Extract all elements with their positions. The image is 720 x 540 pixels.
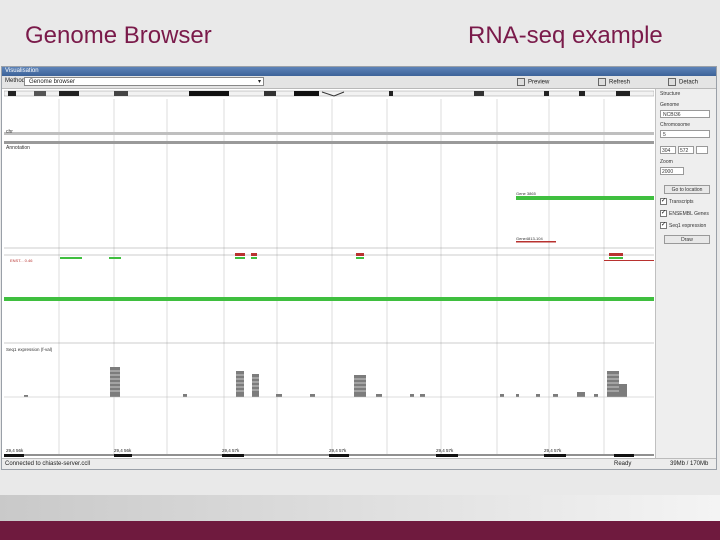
checkbox-icon bbox=[660, 197, 667, 205]
slide-title-right: RNA-seq example bbox=[468, 22, 663, 49]
gene-feature-long[interactable] bbox=[4, 297, 654, 301]
coordinate-axis: 29,4 56k 29,4 56k 29,4 57k 29,4 57k 29,4… bbox=[4, 448, 654, 457]
refresh-label: Refresh bbox=[609, 79, 631, 86]
go-to-location-button[interactable]: Go to location bbox=[664, 185, 710, 194]
memory-status: 39Mb / 170Mb bbox=[670, 461, 709, 467]
settings-panel: Structure Genome NCBI36 Chromosome 5 304… bbox=[655, 89, 716, 459]
axis-tick-label: 29,4 57k bbox=[329, 448, 347, 453]
expression-cb-label: Seq1 expression bbox=[669, 222, 707, 229]
gene2-feature[interactable] bbox=[516, 241, 556, 243]
checkbox-icon bbox=[660, 209, 667, 217]
chromosome-ideogram bbox=[3, 90, 655, 97]
transcript-label: ENST... 0.46 bbox=[10, 258, 33, 263]
track-separator bbox=[4, 132, 654, 135]
ready-status: Ready bbox=[614, 461, 632, 467]
grid-lines bbox=[58, 99, 605, 454]
gene1-label: Gene 3865 bbox=[516, 191, 537, 196]
gene1-feature[interactable] bbox=[516, 196, 654, 200]
chromosome-select[interactable]: 5 bbox=[660, 130, 710, 138]
axis-tick-label: 29,4 57k bbox=[544, 448, 562, 453]
method-value: Genome browser bbox=[29, 79, 76, 85]
checkbox-icon bbox=[660, 221, 667, 229]
expression-checkbox[interactable]: Seq1 expression bbox=[660, 221, 707, 229]
preview-button[interactable]: Preview bbox=[517, 78, 549, 86]
expression-track-label: Seq1 expression (f-val) bbox=[6, 347, 53, 352]
axis-tick-label: 29,4 57k bbox=[222, 448, 240, 453]
slide-footer-bar bbox=[0, 521, 720, 540]
transcripts-checkbox[interactable]: Transcripts bbox=[660, 197, 694, 205]
toolbar: Method: Genome browser ▾ Preview Refresh… bbox=[2, 76, 716, 89]
gene2-label: Gene4813-104 bbox=[516, 236, 543, 241]
genome-label: Genome bbox=[660, 102, 680, 108]
detach-icon bbox=[668, 78, 676, 86]
axis-tick-label: 29,4 56k bbox=[6, 448, 24, 453]
end-field[interactable]: 572 bbox=[678, 146, 694, 154]
slide-title-left: Genome Browser bbox=[25, 22, 212, 49]
method-select[interactable]: Genome browser ▾ bbox=[24, 77, 264, 86]
detach-button[interactable]: Detach bbox=[668, 78, 698, 86]
refresh-icon bbox=[598, 78, 606, 86]
ensembl-label: ENSEMBL Genes bbox=[669, 210, 709, 217]
start-field[interactable]: 304 bbox=[660, 146, 676, 154]
detach-label: Detach bbox=[679, 79, 699, 86]
annotation-track-label: Annotation bbox=[6, 145, 30, 151]
draw-button[interactable]: Draw bbox=[664, 235, 710, 244]
slide-footer-strip bbox=[0, 495, 720, 521]
track-canvas: chr Annotation Gene 3865 Gene4813-104 EN… bbox=[3, 90, 655, 457]
preview-icon bbox=[517, 78, 525, 86]
step-field[interactable] bbox=[696, 146, 708, 154]
axis-tick-label: 29,4 56k bbox=[114, 448, 132, 453]
track-separator bbox=[4, 141, 654, 144]
structure-label: Structure bbox=[660, 91, 681, 97]
genome-track-view[interactable]: chr Annotation Gene 3865 Gene4813-104 EN… bbox=[3, 89, 655, 459]
transcript-exons bbox=[60, 253, 654, 261]
refresh-button[interactable]: Refresh bbox=[598, 78, 630, 86]
transcripts-label: Transcripts bbox=[669, 198, 694, 205]
ensembl-checkbox[interactable]: ENSEMBL Genes bbox=[660, 209, 709, 217]
ideogram-label: chr bbox=[6, 129, 13, 135]
zoom-label: Zoom bbox=[660, 159, 673, 165]
status-bar: Connected to chiaste-server.ccll Ready 3… bbox=[2, 458, 716, 469]
genome-select[interactable]: NCBI36 bbox=[660, 110, 710, 118]
connection-status: Connected to chiaste-server.ccll bbox=[5, 461, 91, 467]
chevron-down-icon: ▾ bbox=[257, 79, 261, 85]
genome-browser-window: Visualisation Method: Genome browser ▾ P… bbox=[1, 66, 717, 470]
zoom-field[interactable]: 2000 bbox=[660, 167, 684, 175]
window-title: Visualisation bbox=[2, 67, 716, 76]
expression-histogram bbox=[24, 367, 627, 397]
chromosome-label: Chromosome bbox=[660, 122, 691, 128]
preview-label: Preview bbox=[528, 79, 550, 86]
axis-tick-label: 29,4 57k bbox=[436, 448, 454, 453]
